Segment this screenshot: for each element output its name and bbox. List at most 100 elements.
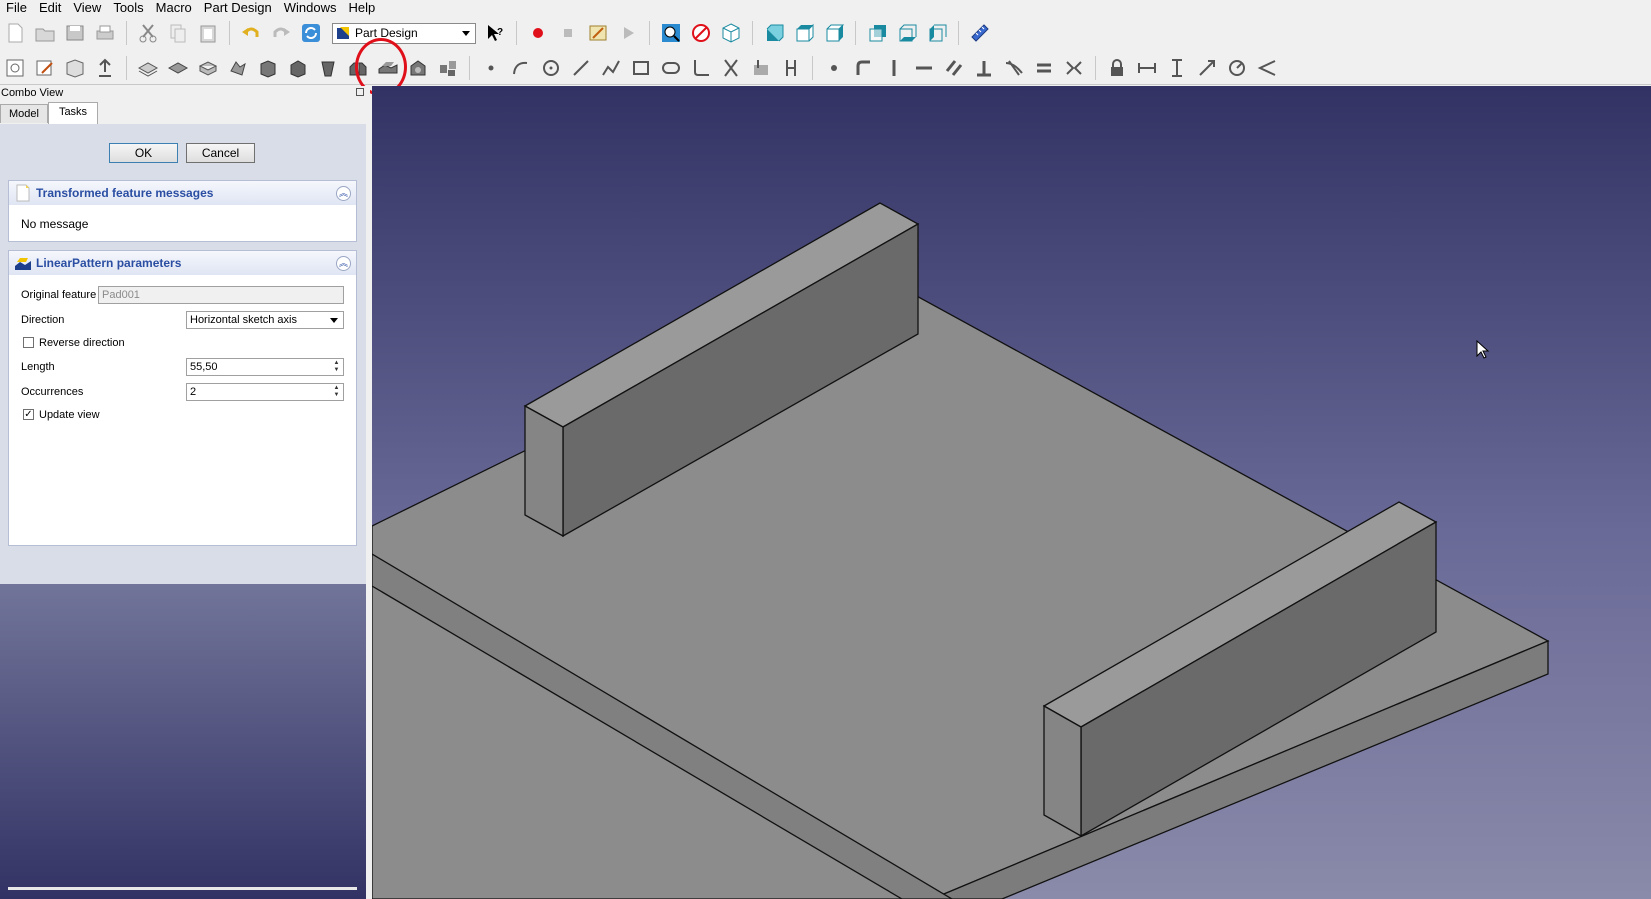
menu-macro[interactable]: Macro	[150, 0, 198, 15]
refresh-icon[interactable]	[298, 20, 324, 46]
menu-tools[interactable]: Tools	[107, 0, 149, 15]
length-spinner[interactable]: ▲ ▼	[331, 360, 342, 374]
menu-windows[interactable]: Windows	[278, 0, 343, 15]
occurrences-field[interactable]: 2 ▲ ▼	[186, 383, 344, 401]
multi-transform-icon[interactable]	[435, 55, 461, 81]
front-view-icon[interactable]	[761, 20, 787, 46]
constraint-distance-icon[interactable]	[1194, 55, 1220, 81]
pocket-icon[interactable]	[165, 55, 191, 81]
left-wall-side	[524, 404, 564, 538]
combo-view-title: Combo View	[0, 86, 370, 100]
menu-part-design[interactable]: Part Design	[198, 0, 278, 15]
whats-this-icon[interactable]: ?	[482, 20, 508, 46]
occurrences-spinner[interactable]: ▲ ▼	[331, 385, 342, 399]
constraint-parallel-icon[interactable]	[941, 55, 967, 81]
print-icon[interactable]	[92, 20, 118, 46]
draw-style-icon[interactable]	[688, 20, 714, 46]
constraint-vertical-icon[interactable]	[881, 55, 907, 81]
sketch-construction-icon[interactable]	[778, 55, 804, 81]
combo-view-title-text: Combo View	[1, 87, 64, 99]
redo-icon[interactable]	[268, 20, 294, 46]
groove-icon[interactable]	[225, 55, 251, 81]
validate-sketch-icon[interactable]	[92, 55, 118, 81]
rear-view-icon[interactable]	[864, 20, 890, 46]
sketch-polyline-icon[interactable]	[598, 55, 624, 81]
tab-model[interactable]: Model	[0, 104, 48, 123]
toolbar-separator	[812, 56, 813, 80]
undo-icon[interactable]	[238, 20, 264, 46]
chamfer-icon[interactable]	[285, 55, 311, 81]
sketch-line-icon[interactable]	[568, 55, 594, 81]
linear-pattern-icon[interactable]	[375, 55, 401, 81]
sketch-external-icon[interactable]	[748, 55, 774, 81]
draft-icon[interactable]	[315, 55, 341, 81]
cut-icon[interactable]	[135, 20, 161, 46]
constraint-angle-icon[interactable]	[1254, 55, 1280, 81]
isometric-view-icon[interactable]	[718, 20, 744, 46]
mouse-cursor-icon	[1476, 340, 1490, 359]
create-body-icon[interactable]	[2, 55, 28, 81]
note-icon	[16, 184, 30, 202]
update-view-checkbox[interactable]: ✓	[23, 409, 34, 420]
menu-edit[interactable]: Edit	[33, 0, 67, 15]
reverse-direction-checkbox[interactable]	[23, 337, 34, 348]
mirrored-icon[interactable]	[345, 55, 371, 81]
chevron-down-icon	[462, 30, 470, 36]
3d-viewport[interactable]	[372, 86, 1651, 899]
sketch-arc-icon[interactable]	[508, 55, 534, 81]
cancel-button[interactable]: Cancel	[186, 143, 255, 163]
menu-view[interactable]: View	[67, 0, 107, 15]
constraint-symmetric-icon[interactable]	[1061, 55, 1087, 81]
left-view-icon[interactable]	[924, 20, 950, 46]
revolution-icon[interactable]	[195, 55, 221, 81]
macro-run-icon[interactable]	[615, 20, 641, 46]
sketch-trim-icon[interactable]	[718, 55, 744, 81]
collapse-icon[interactable]: ︽	[336, 255, 351, 271]
sketch-circle-icon[interactable]	[538, 55, 564, 81]
top-view-icon[interactable]	[791, 20, 817, 46]
map-sketch-icon[interactable]	[62, 55, 88, 81]
fit-all-icon[interactable]	[658, 20, 684, 46]
constraint-vertical-distance-icon[interactable]	[1164, 55, 1190, 81]
tab-tasks[interactable]: Tasks	[48, 102, 98, 124]
constraint-radius-icon[interactable]	[1224, 55, 1250, 81]
float-window-icon[interactable]	[356, 88, 364, 96]
copy-icon[interactable]	[165, 20, 191, 46]
save-icon[interactable]	[62, 20, 88, 46]
constraint-equal-icon[interactable]	[1031, 55, 1057, 81]
polar-pattern-icon[interactable]	[405, 55, 431, 81]
sketch-fillet-icon[interactable]	[688, 55, 714, 81]
constraint-horizontal-distance-icon[interactable]	[1134, 55, 1160, 81]
fillet-icon[interactable]	[255, 55, 281, 81]
constraint-lock-icon[interactable]	[1104, 55, 1130, 81]
macro-record-icon[interactable]	[525, 20, 551, 46]
macro-stop-icon[interactable]	[555, 20, 581, 46]
measure-icon[interactable]	[967, 20, 993, 46]
constraint-perpendicular-icon[interactable]	[971, 55, 997, 81]
sketch-slot-icon[interactable]	[658, 55, 684, 81]
direction-select[interactable]: Horizontal sketch axis	[186, 311, 344, 329]
collapse-icon[interactable]: ︽	[336, 185, 351, 201]
pad-icon[interactable]	[135, 55, 161, 81]
constraint-coincident-icon[interactable]	[821, 55, 847, 81]
right-view-icon[interactable]	[821, 20, 847, 46]
length-field[interactable]: 55,50 ▲ ▼	[186, 358, 344, 376]
new-file-icon[interactable]	[2, 20, 28, 46]
workbench-selector[interactable]: Part Design	[332, 22, 476, 44]
splitter[interactable]	[366, 124, 370, 899]
constraint-point-on-object-icon[interactable]	[851, 55, 877, 81]
open-file-icon[interactable]	[32, 20, 58, 46]
macro-edit-icon[interactable]	[585, 20, 611, 46]
ok-button[interactable]: OK	[109, 143, 178, 163]
sketch-point-icon[interactable]	[478, 55, 504, 81]
bottom-view-icon[interactable]	[894, 20, 920, 46]
menu-file[interactable]: File	[0, 0, 33, 15]
task-panel: OK Cancel Transformed feature messages ︽…	[0, 124, 366, 899]
sketch-rectangle-icon[interactable]	[628, 55, 654, 81]
main-toolbar: Part Design ?	[0, 17, 1651, 49]
menu-help[interactable]: Help	[342, 0, 381, 15]
create-sketch-icon[interactable]	[32, 55, 58, 81]
paste-icon[interactable]	[195, 20, 221, 46]
constraint-tangent-icon[interactable]	[1001, 55, 1027, 81]
constraint-horizontal-icon[interactable]	[911, 55, 937, 81]
